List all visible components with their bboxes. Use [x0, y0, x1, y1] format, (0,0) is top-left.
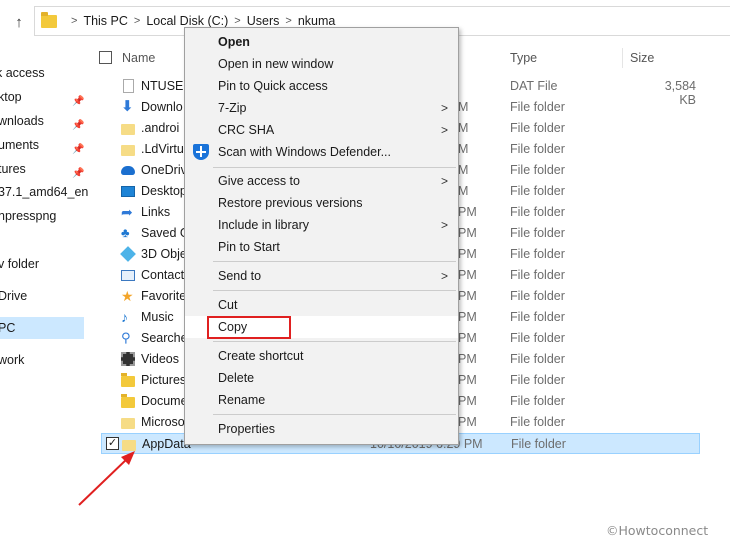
watermark: ©Howtoconnect [606, 523, 709, 538]
annotation-arrow [78, 451, 135, 506]
